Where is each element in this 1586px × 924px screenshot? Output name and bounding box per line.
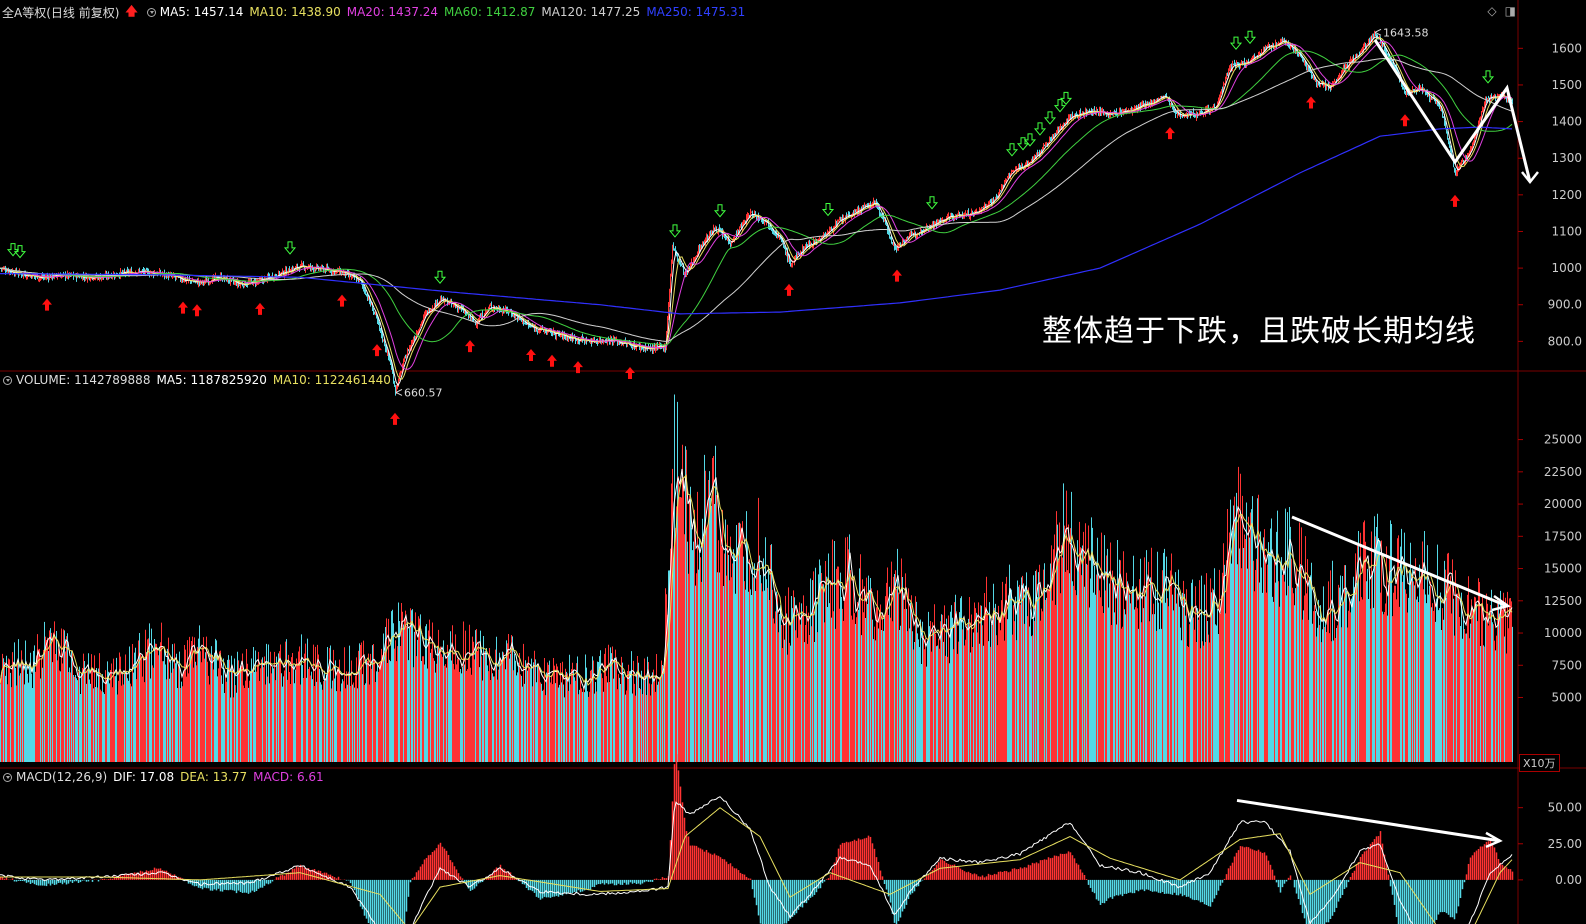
buy-arrow-icon — [1306, 96, 1316, 109]
volume-tick-label: 25000 — [1544, 433, 1582, 447]
buy-arrow-icon — [1165, 127, 1175, 140]
legend-ma60: MA60: 1412.87 — [444, 5, 536, 19]
volume-tick-label: 15000 — [1544, 562, 1582, 576]
sell-arrow-icon — [713, 204, 727, 218]
buy-arrow-icon — [192, 304, 202, 317]
volume-trend-line — [1291, 515, 1508, 608]
main-title[interactable]: 全A等权(日线 前复权) — [2, 4, 119, 21]
sell-arrow-icon — [13, 245, 27, 259]
trend-drawing — [1373, 39, 1532, 183]
volume-tick-label: 12500 — [1544, 594, 1582, 608]
volume-ma5: MA5: 1187825920 — [156, 373, 267, 387]
price-tick-label: 900.0 — [1548, 298, 1582, 312]
buy-arrow-icon — [337, 294, 347, 307]
sell-arrow-icon — [1229, 36, 1243, 50]
buy-arrow-icon — [892, 269, 902, 282]
buy-arrow-icon — [390, 412, 400, 425]
buy-arrow-icon — [1400, 114, 1410, 127]
volume-tick-label: 20000 — [1544, 497, 1582, 511]
buy-arrow-icon — [465, 340, 475, 353]
dropdown-icon[interactable] — [3, 375, 12, 385]
sell-arrow-icon — [1005, 143, 1019, 157]
high-label: 1643.58 — [1383, 26, 1429, 39]
buy-arrow-icon — [178, 301, 188, 314]
macd-tick-label: 0.00 — [1555, 873, 1582, 887]
sell-arrow-icon — [433, 270, 447, 285]
buy-arrow-icon — [784, 283, 794, 296]
legend-ma250: MA250: 1475.31 — [646, 5, 746, 19]
sell-arrow-icon — [1033, 122, 1047, 136]
volume-title: VOLUME: 1142789888 — [16, 373, 151, 387]
volume-tick-label: 17500 — [1544, 529, 1582, 543]
buy-arrow-icon — [255, 302, 265, 315]
legend-ma10: MA10: 1438.90 — [249, 5, 341, 19]
macd-title: MACD(12,26,9) — [16, 770, 108, 784]
sell-arrow-icon — [1243, 30, 1257, 45]
dropdown-icon[interactable] — [3, 772, 12, 782]
dropdown-icon[interactable] — [146, 7, 156, 17]
macd-dea: DEA: 13.77 — [180, 770, 248, 784]
price-tick-label: 1000 — [1551, 261, 1582, 275]
sell-arrow-icon — [925, 196, 939, 210]
legend-ma20: MA20: 1437.24 — [346, 5, 439, 19]
price-tick-label: 1200 — [1551, 188, 1582, 202]
buy-arrow-icon — [526, 348, 536, 361]
ma60-line — [0, 50, 1513, 346]
dea-line — [0, 807, 1513, 924]
sell-arrow-icon — [821, 202, 835, 217]
ma120-line — [0, 57, 1513, 342]
sell-arrow-icon — [1043, 111, 1057, 125]
annotation-text: 整体趋于下跌，且跌破长期均线 — [1042, 314, 1476, 349]
main-legend: 全A等权(日线 前复权) 🡅 MA5: 1457.14 MA10: 1438.9… — [0, 3, 751, 21]
price-tick-label: 1300 — [1551, 151, 1582, 165]
low-label: 660.57 — [404, 386, 443, 399]
legend-ma5: MA5: 1457.14 — [159, 5, 244, 19]
price-tick-label: 1500 — [1551, 78, 1582, 92]
price-tick-label: 800.0 — [1548, 334, 1582, 348]
volume-tick-label: 7500 — [1551, 658, 1582, 672]
price-tick-label: 1600 — [1551, 41, 1582, 55]
volume-legend: VOLUME: 1142789888 MA5: 1187825920 MA10:… — [0, 371, 397, 389]
macd-value: MACD: 6.61 — [253, 770, 324, 784]
macd-legend: MACD(12,26,9) DIF: 17.08 DEA: 13.77 MACD… — [0, 768, 330, 786]
volume-tick-label: 10000 — [1544, 626, 1582, 640]
volume-tick-label: 22500 — [1544, 465, 1582, 479]
up-arrow-icon: 🡅 — [125, 3, 138, 18]
volume-ma10: MA10: 1122461440 — [272, 373, 391, 387]
buy-arrow-icon — [547, 354, 557, 367]
macd-tick-label: 25.00 — [1548, 837, 1582, 851]
volume-tick-label: 5000 — [1551, 691, 1582, 705]
buy-arrow-icon — [1450, 194, 1460, 207]
sell-arrow-icon — [1481, 70, 1495, 84]
macd-tick-label: 50.00 — [1548, 801, 1582, 815]
volume-unit: X10万 — [1519, 754, 1560, 772]
price-tick-label: 1100 — [1551, 224, 1582, 238]
buy-arrow-icon — [372, 344, 382, 357]
buy-arrow-icon — [625, 367, 635, 380]
price-tick-label: 1400 — [1551, 115, 1582, 129]
macd-dif: DIF: 17.08 — [113, 770, 175, 784]
sell-arrow-icon — [668, 224, 682, 238]
legend-ma120: MA120: 1477.25 — [541, 5, 641, 19]
sell-arrow-icon — [283, 241, 297, 255]
buy-arrow-icon — [42, 298, 52, 311]
